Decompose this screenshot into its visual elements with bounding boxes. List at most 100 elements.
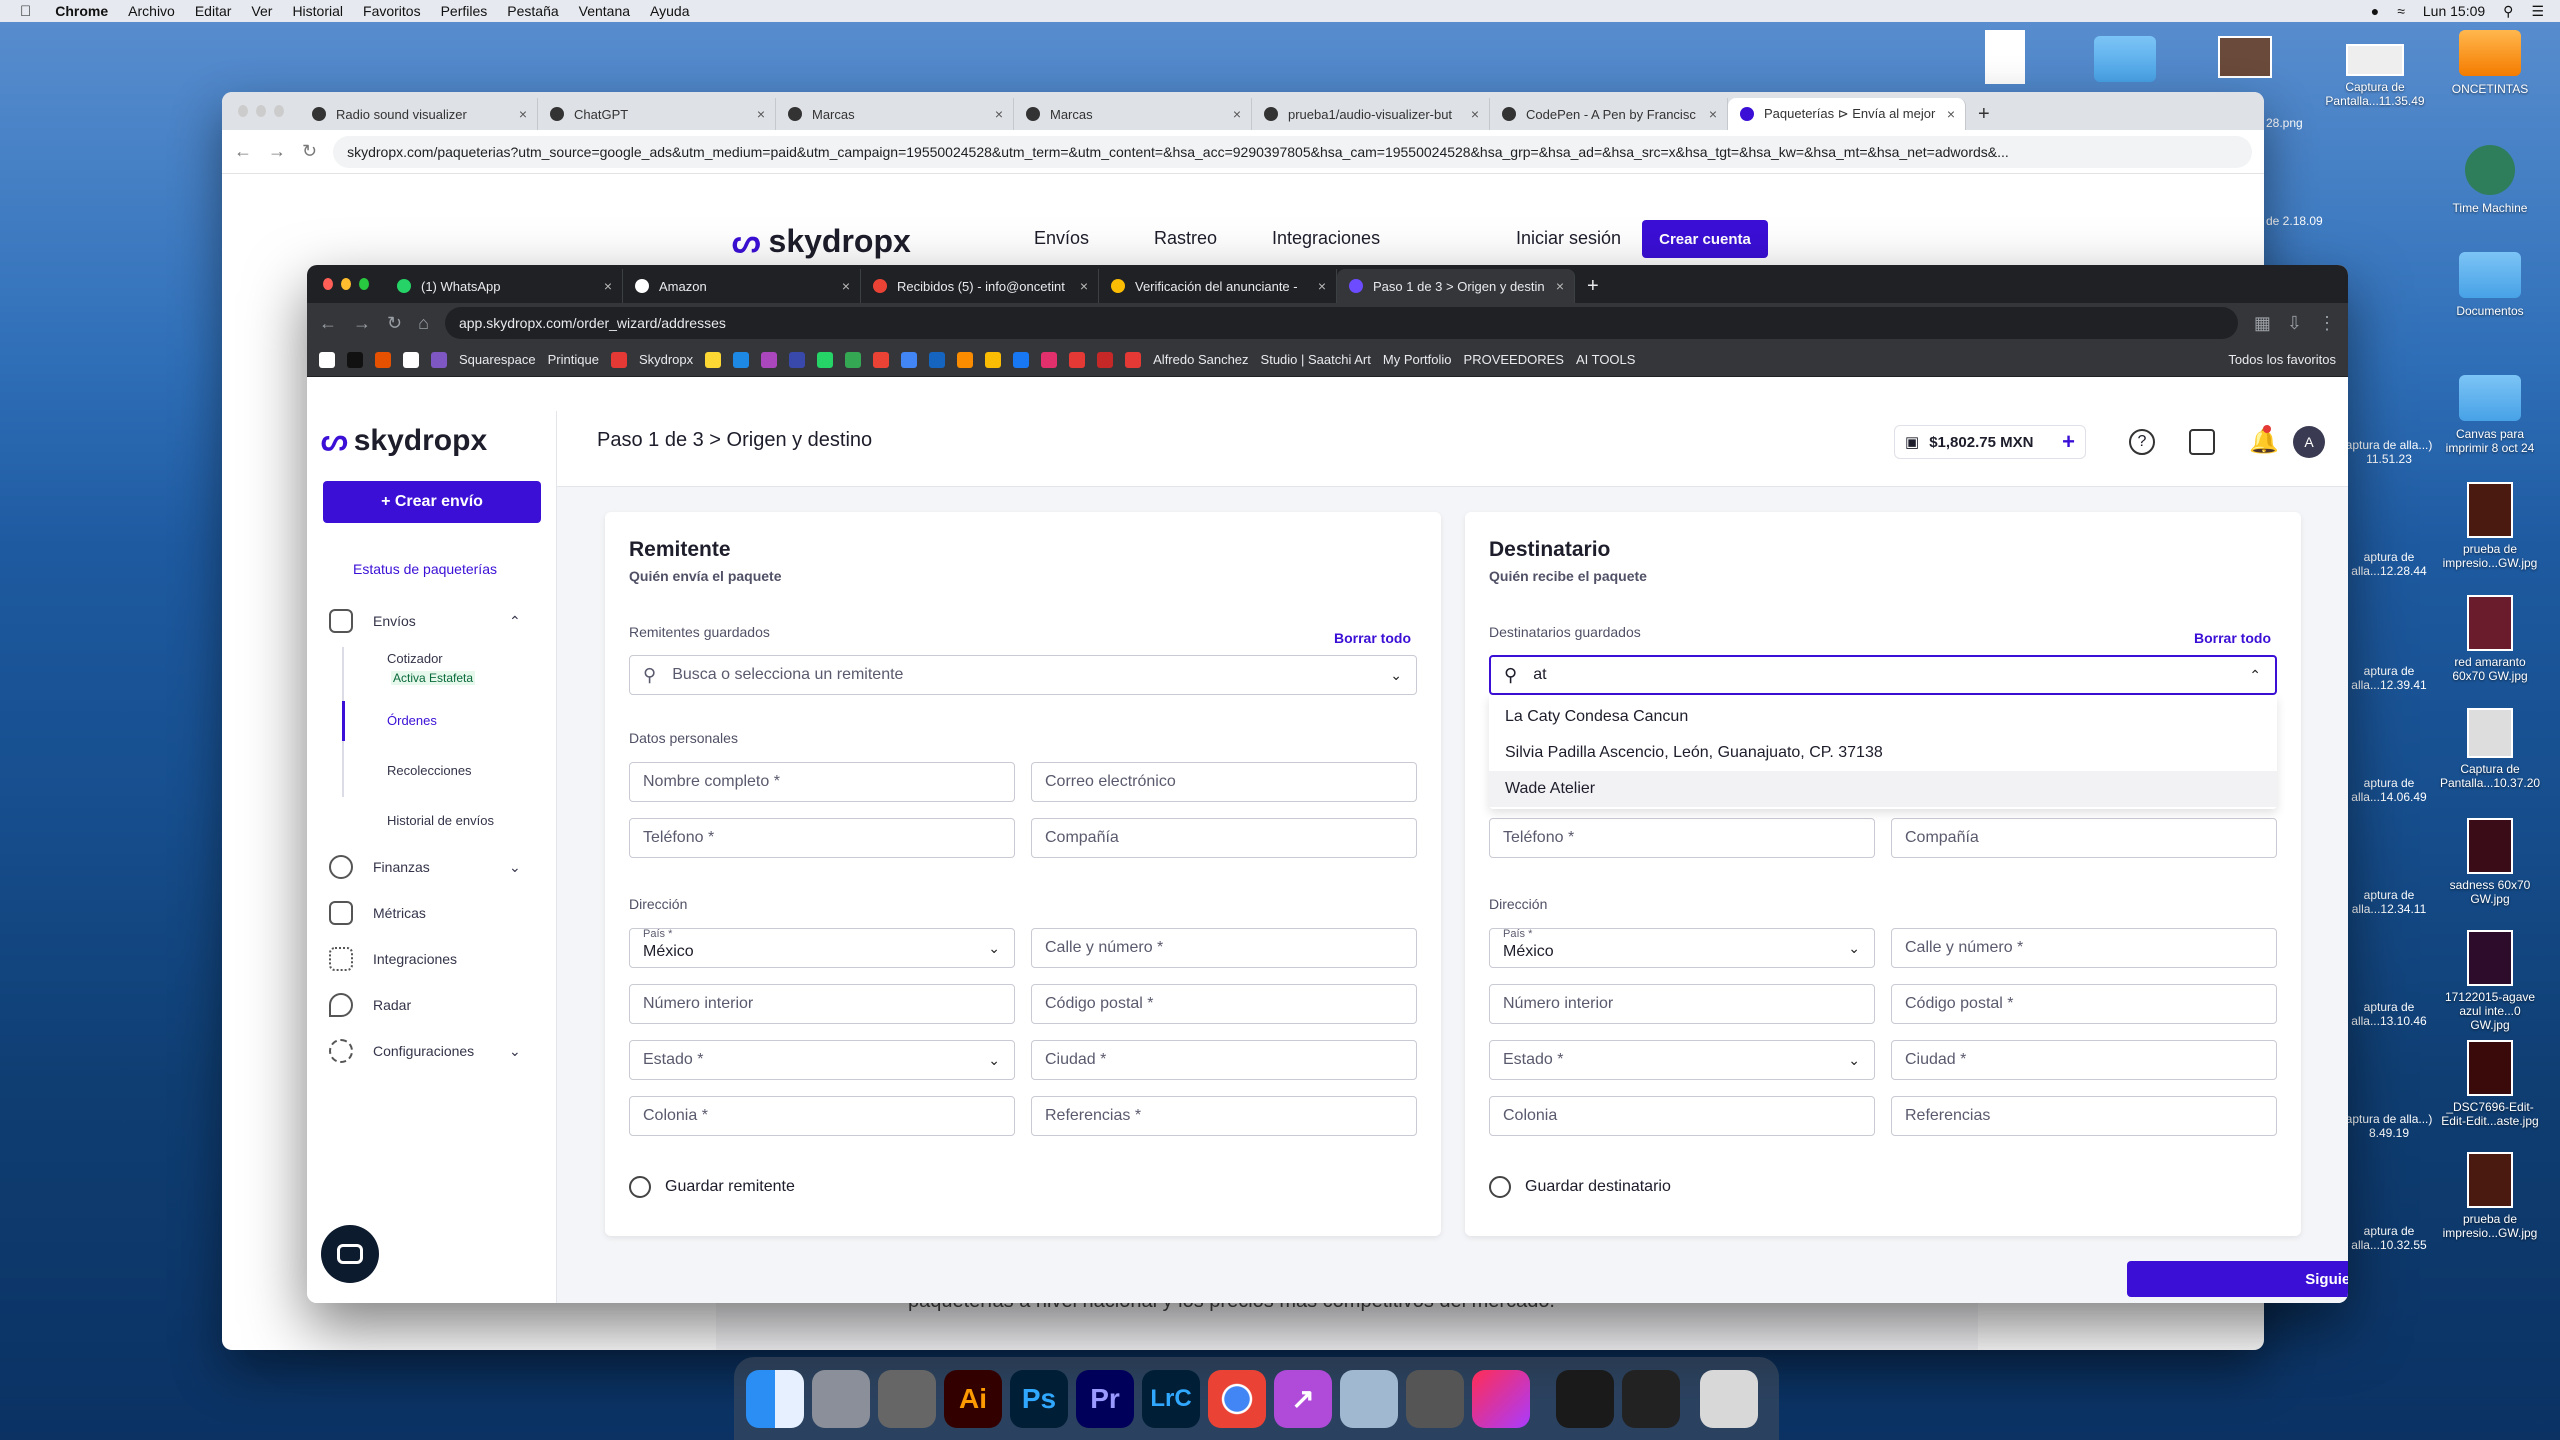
sender-state-select[interactable]: Estado * ⌄ <box>629 1040 1015 1080</box>
analytics-icon[interactable] <box>957 351 974 368</box>
menu-ver[interactable]: Ver <box>251 3 272 19</box>
menu-pestana[interactable]: Pestaña <box>507 3 558 19</box>
close-icon[interactable]: × <box>1318 278 1326 294</box>
control-center-icon[interactable]: ☰ <box>2531 3 2544 20</box>
desktop-icon-documentos[interactable]: Documentos <box>2440 252 2540 318</box>
nav-metricas[interactable]: Métricas <box>329 901 426 925</box>
sender-email-field[interactable]: Correo electrónico <box>1031 762 1417 802</box>
nav-cotizador[interactable]: Cotizador <box>387 651 443 666</box>
bookmark-squarespace[interactable]: Squarespace <box>459 352 536 367</box>
tab-radio-visualizer[interactable]: Radio sound visualizer × <box>300 98 538 130</box>
close-icon[interactable]: × <box>1709 106 1717 122</box>
signup-button[interactable]: Crear cuenta <box>1642 220 1768 258</box>
bookmark-icon[interactable] <box>733 351 750 368</box>
close-icon[interactable]: × <box>995 106 1003 122</box>
extensions-icon[interactable]: ▦ <box>2254 313 2271 334</box>
site-logo[interactable]: ᔕ skydropx <box>732 222 911 260</box>
site-nav-integraciones[interactable]: Integraciones <box>1272 228 1380 249</box>
menu-ventana[interactable]: Ventana <box>579 3 630 19</box>
nav-radar[interactable]: Radar <box>329 993 411 1017</box>
nav-finanzas[interactable]: Finanzas ⌄ <box>329 855 521 879</box>
recipient-phone-field[interactable]: Teléfono * <box>1489 818 1875 858</box>
sender-name-field[interactable]: Nombre completo * <box>629 762 1015 802</box>
sender-interior-field[interactable]: Número interior <box>629 984 1015 1024</box>
launchpad-icon[interactable] <box>812 1369 870 1428</box>
desktop-icon-captura-top[interactable]: Captura de Pantalla...11.35.49 <box>2320 44 2430 108</box>
nav-ordenes[interactable]: Órdenes <box>387 713 437 728</box>
forward-icon[interactable]: → <box>268 141 286 162</box>
sender-city-field[interactable]: Ciudad * <box>1031 1040 1417 1080</box>
save-sender-radio[interactable]: Guardar remitente <box>629 1176 795 1198</box>
desktop-icon-agave[interactable]: 17122015-agave azul inte...0 GW.jpg <box>2440 930 2540 1032</box>
add-balance-icon[interactable]: + <box>2062 429 2075 455</box>
tab-marcas-2[interactable]: Marcas × <box>1014 98 1252 130</box>
lightroom-icon[interactable]: LrC <box>1142 1369 1200 1428</box>
help-icon[interactable]: ? <box>2129 429 2155 455</box>
close-icon[interactable]: × <box>842 278 850 294</box>
chrome-icon[interactable] <box>1208 1369 1266 1428</box>
sender-zip-field[interactable]: Código postal * <box>1031 984 1417 1024</box>
bookmark-portfolio[interactable]: My Portfolio <box>1383 352 1452 367</box>
recipient-city-field[interactable]: Ciudad * <box>1891 1040 2277 1080</box>
close-icon[interactable]: × <box>1233 106 1241 122</box>
calculator-icon[interactable] <box>1406 1369 1464 1428</box>
whatsapp-icon[interactable] <box>817 351 834 368</box>
bookmark-icon[interactable] <box>375 351 391 368</box>
sender-search-input[interactable]: ⚲ Busca o selecciona un remitente ⌄ <box>629 655 1417 695</box>
tab-chatgpt[interactable]: ChatGPT × <box>538 98 776 130</box>
close-icon[interactable]: × <box>1947 106 1955 122</box>
desktop-icon-photo-top[interactable] <box>2200 36 2290 82</box>
creative-cloud-icon[interactable] <box>1472 1369 1530 1428</box>
bookmark-ai-tools[interactable]: AI TOOLS <box>1576 352 1636 367</box>
recipient-company-field[interactable]: Compañía <box>1891 818 2277 858</box>
bookmark-alfredo[interactable]: Alfredo Sanchez <box>1153 352 1248 367</box>
site-nav-rastreo[interactable]: Rastreo <box>1154 228 1217 249</box>
desktop-icon-red-amaranto[interactable]: red amaranto 60x70 GW.jpg <box>2440 595 2540 683</box>
menu-historial[interactable]: Historial <box>292 3 343 19</box>
login-link[interactable]: Iniciar sesión <box>1516 228 1621 249</box>
close-icon[interactable]: × <box>1556 278 1564 294</box>
desktop-icon-captura[interactable]: Captura de Pantalla...10.37.20 <box>2440 708 2540 790</box>
activity-icon[interactable] <box>1556 1369 1614 1428</box>
recipient-references-field[interactable]: Referencias <box>1891 1096 2277 1136</box>
illustrator-icon[interactable]: Ai <box>944 1369 1002 1428</box>
bookmark-all[interactable]: Todos los favoritos <box>2228 352 2336 367</box>
bookmark-saatchi[interactable]: Studio | Saatchi Art <box>1261 352 1371 367</box>
close-icon[interactable]: × <box>1080 278 1088 294</box>
bookmark-icon[interactable] <box>319 351 335 368</box>
reload-icon[interactable]: ↻ <box>387 313 402 334</box>
bookmark-icon[interactable] <box>761 351 778 368</box>
menu-clock[interactable]: Lun 15:09 <box>2423 3 2485 19</box>
forward-icon[interactable]: → <box>353 313 371 334</box>
desktop-icon-dsc7696[interactable]: _DSC7696-Edit-Edit-Edit...aste.jpg <box>2440 1040 2540 1128</box>
bookmark-printique[interactable]: Printique <box>548 352 599 367</box>
screenshot-icon[interactable] <box>1622 1369 1680 1428</box>
desktop-icon-doc[interactable] <box>1960 30 2050 88</box>
sender-colonia-field[interactable]: Colonia * <box>629 1096 1015 1136</box>
desktop-icon-prueba1[interactable]: prueba de impresio...GW.jpg <box>2440 482 2540 570</box>
desktop-icon-sadness[interactable]: sadness 60x70 GW.jpg <box>2440 818 2540 906</box>
desktop-icon-prueba2[interactable]: prueba de impresio...GW.jpg <box>2440 1152 2540 1240</box>
url-field[interactable]: skydropx.com/paqueterias?utm_source=goog… <box>333 135 2252 168</box>
bookmark-icon[interactable] <box>403 351 419 368</box>
menu-editar[interactable]: Editar <box>195 3 232 19</box>
carrier-status-link[interactable]: Estatus de paqueterías <box>353 561 497 577</box>
back-icon[interactable]: ← <box>234 141 252 162</box>
tab-gmail[interactable]: Recibidos (5) - info@oncetint × <box>861 269 1099 303</box>
desktop-icon-oncetintas[interactable]: ONCETINTAS <box>2440 30 2540 96</box>
avatar[interactable]: A <box>2293 426 2325 458</box>
desktop-icon-time-machine[interactable]: Time Machine <box>2440 145 2540 215</box>
gmail-icon[interactable] <box>873 351 890 368</box>
dropdown-option[interactable]: La Caty Condesa Cancun <box>1489 699 2277 735</box>
bookmark-icon[interactable] <box>1097 351 1114 368</box>
recipient-country-select[interactable]: País * México ⌄ <box>1489 928 1875 968</box>
save-recipient-radio[interactable]: Guardar destinatario <box>1489 1176 1671 1198</box>
new-tab-button[interactable]: + <box>1575 269 1611 303</box>
desktop-icon-folder-top[interactable] <box>2080 36 2170 88</box>
preview-icon[interactable] <box>1340 1369 1398 1428</box>
trash-icon[interactable] <box>1700 1369 1758 1428</box>
settings-icon[interactable] <box>878 1369 936 1428</box>
recipient-state-select[interactable]: Estado * ⌄ <box>1489 1040 1875 1080</box>
tab-google-ads[interactable]: Verificación del anunciante - × <box>1099 269 1337 303</box>
next-button[interactable]: Siguiente <box>2127 1261 2348 1297</box>
